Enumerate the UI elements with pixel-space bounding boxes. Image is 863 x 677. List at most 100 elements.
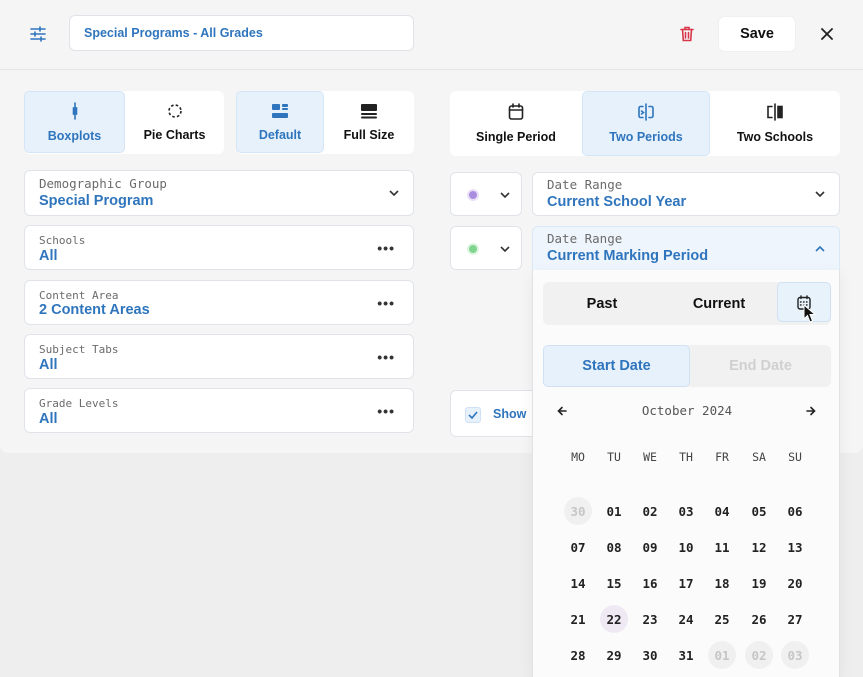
boxplots-option[interactable]: Boxplots: [24, 91, 125, 153]
show-option[interactable]: Show: [450, 390, 540, 437]
save-button[interactable]: Save: [719, 17, 795, 51]
calendar-day[interactable]: 17: [672, 569, 700, 597]
size-toggle: Default Full Size: [236, 91, 414, 154]
grade-levels-label: Grade Levels: [39, 397, 119, 410]
calendar-day[interactable]: 09: [636, 533, 664, 561]
demographic-group-select[interactable]: Demographic Group Special Program: [24, 170, 414, 216]
weekday-label: TH: [679, 450, 693, 464]
two-periods-label: Two Periods: [609, 130, 683, 144]
calendar-day[interactable]: 28: [564, 641, 592, 669]
calendar-day[interactable]: 19: [745, 569, 773, 597]
more-options-icon[interactable]: •••: [377, 240, 395, 256]
calendar-day[interactable]: 16: [636, 569, 664, 597]
two-periods-option[interactable]: Two Periods: [582, 91, 710, 156]
delete-icon[interactable]: [675, 22, 699, 46]
calendar-day[interactable]: 21: [564, 605, 592, 633]
more-options-icon[interactable]: •••: [377, 403, 395, 419]
tab-current[interactable]: Current: [661, 282, 777, 325]
show-checkbox[interactable]: [465, 407, 481, 423]
chevron-down-icon: [389, 190, 399, 196]
full-size-label: Full Size: [343, 127, 395, 142]
calendar-day[interactable]: 06: [781, 497, 809, 525]
period-1-date-range-select[interactable]: Date Range Current School Year: [532, 172, 840, 216]
grade-levels-field[interactable]: Grade Levels All •••: [24, 388, 414, 433]
content-area-field[interactable]: Content Area 2 Content Areas •••: [24, 280, 414, 325]
calendar-day[interactable]: 03: [672, 497, 700, 525]
content-area-label: Content Area: [39, 289, 119, 302]
report-name-input[interactable]: Special Programs - All Grades: [69, 15, 414, 51]
calendar-day[interactable]: 13: [781, 533, 809, 561]
calendar-day[interactable]: 27: [781, 605, 809, 633]
calendar-day[interactable]: 30: [636, 641, 664, 669]
tab-past[interactable]: Past: [543, 282, 661, 325]
calendar-icon: [508, 103, 524, 120]
close-icon[interactable]: [815, 22, 839, 46]
period-2-color-select[interactable]: [450, 226, 522, 270]
period-1-color-dot: [467, 189, 479, 201]
schools-value: All: [39, 248, 58, 264]
date-range-picker: Past Current Start Date End Date October…: [532, 270, 840, 677]
default-layout-icon: [272, 103, 288, 118]
calendar-day[interactable]: 05: [745, 497, 773, 525]
calendar-day[interactable]: 26: [745, 605, 773, 633]
content-area-value: 2 Content Areas: [39, 302, 150, 318]
calendar-day[interactable]: 03: [781, 641, 809, 669]
subject-tabs-label: Subject Tabs: [39, 343, 119, 356]
calendar-day[interactable]: 10: [672, 533, 700, 561]
full-size-option[interactable]: Full Size: [324, 91, 414, 153]
calendar-day[interactable]: 31: [672, 641, 700, 669]
calendar-day[interactable]: 24: [672, 605, 700, 633]
two-schools-option[interactable]: Two Schools: [710, 91, 840, 156]
compare-icon: [767, 103, 783, 121]
pie-charts-option[interactable]: Pie Charts: [125, 91, 224, 153]
calendar-day[interactable]: 22: [600, 605, 628, 633]
calendar-day[interactable]: 30: [564, 497, 592, 525]
more-options-icon[interactable]: •••: [377, 349, 395, 365]
calendar-day[interactable]: 12: [745, 533, 773, 561]
weekday-label: WE: [643, 450, 657, 464]
calendar-day[interactable]: 02: [636, 497, 664, 525]
calendar-day[interactable]: 25: [708, 605, 736, 633]
arrow-right-icon[interactable]: [806, 406, 816, 416]
settings-sliders-icon[interactable]: [26, 22, 50, 46]
calendar-day[interactable]: 11: [708, 533, 736, 561]
calendar-day[interactable]: 20: [781, 569, 809, 597]
chevron-down-icon: [815, 191, 825, 197]
start-date-tab[interactable]: Start Date: [543, 345, 690, 387]
more-options-icon[interactable]: •••: [377, 295, 395, 311]
end-date-tab[interactable]: End Date: [690, 345, 831, 387]
weekday-label: SA: [752, 450, 766, 464]
calendar-day[interactable]: 14: [564, 569, 592, 597]
single-period-option[interactable]: Single Period: [450, 91, 582, 156]
two-schools-label: Two Schools: [736, 130, 814, 144]
period-mode-toggle: Single Period Two Periods Two Schools: [450, 91, 840, 156]
cursor-arrow-icon: [803, 304, 817, 323]
single-period-label: Single Period: [476, 130, 556, 144]
calendar-day[interactable]: 23: [636, 605, 664, 633]
calendar-day[interactable]: 07: [564, 533, 592, 561]
schools-field[interactable]: Schools All •••: [24, 225, 414, 270]
range-type-tabs: Past Current: [543, 282, 831, 325]
calendar-day[interactable]: 08: [600, 533, 628, 561]
calendar-day[interactable]: 01: [708, 641, 736, 669]
subject-tabs-field[interactable]: Subject Tabs All •••: [24, 334, 414, 379]
check-icon: [468, 411, 478, 419]
period-1-color-select[interactable]: [450, 172, 522, 216]
period-2-date-range-select[interactable]: Date Range Current Marking Period: [532, 226, 840, 271]
chevron-up-icon: [815, 245, 825, 252]
calendar-day[interactable]: 02: [745, 641, 773, 669]
period-1-date-range-value: Current School Year: [547, 194, 687, 210]
calendar-header: October 2024: [533, 400, 841, 422]
calendar-day[interactable]: 18: [708, 569, 736, 597]
weekday-label: FR: [715, 450, 729, 464]
calendar-day[interactable]: 29: [600, 641, 628, 669]
demographic-group-label: Demographic Group: [39, 176, 167, 191]
default-size-option[interactable]: Default: [236, 91, 324, 153]
schools-label: Schools: [39, 234, 86, 247]
subject-tabs-value: All: [39, 357, 58, 373]
default-label: Default: [258, 127, 302, 142]
weekday-label: TU: [607, 450, 621, 464]
calendar-day[interactable]: 15: [600, 569, 628, 597]
calendar-day[interactable]: 04: [708, 497, 736, 525]
calendar-day[interactable]: 01: [600, 497, 628, 525]
